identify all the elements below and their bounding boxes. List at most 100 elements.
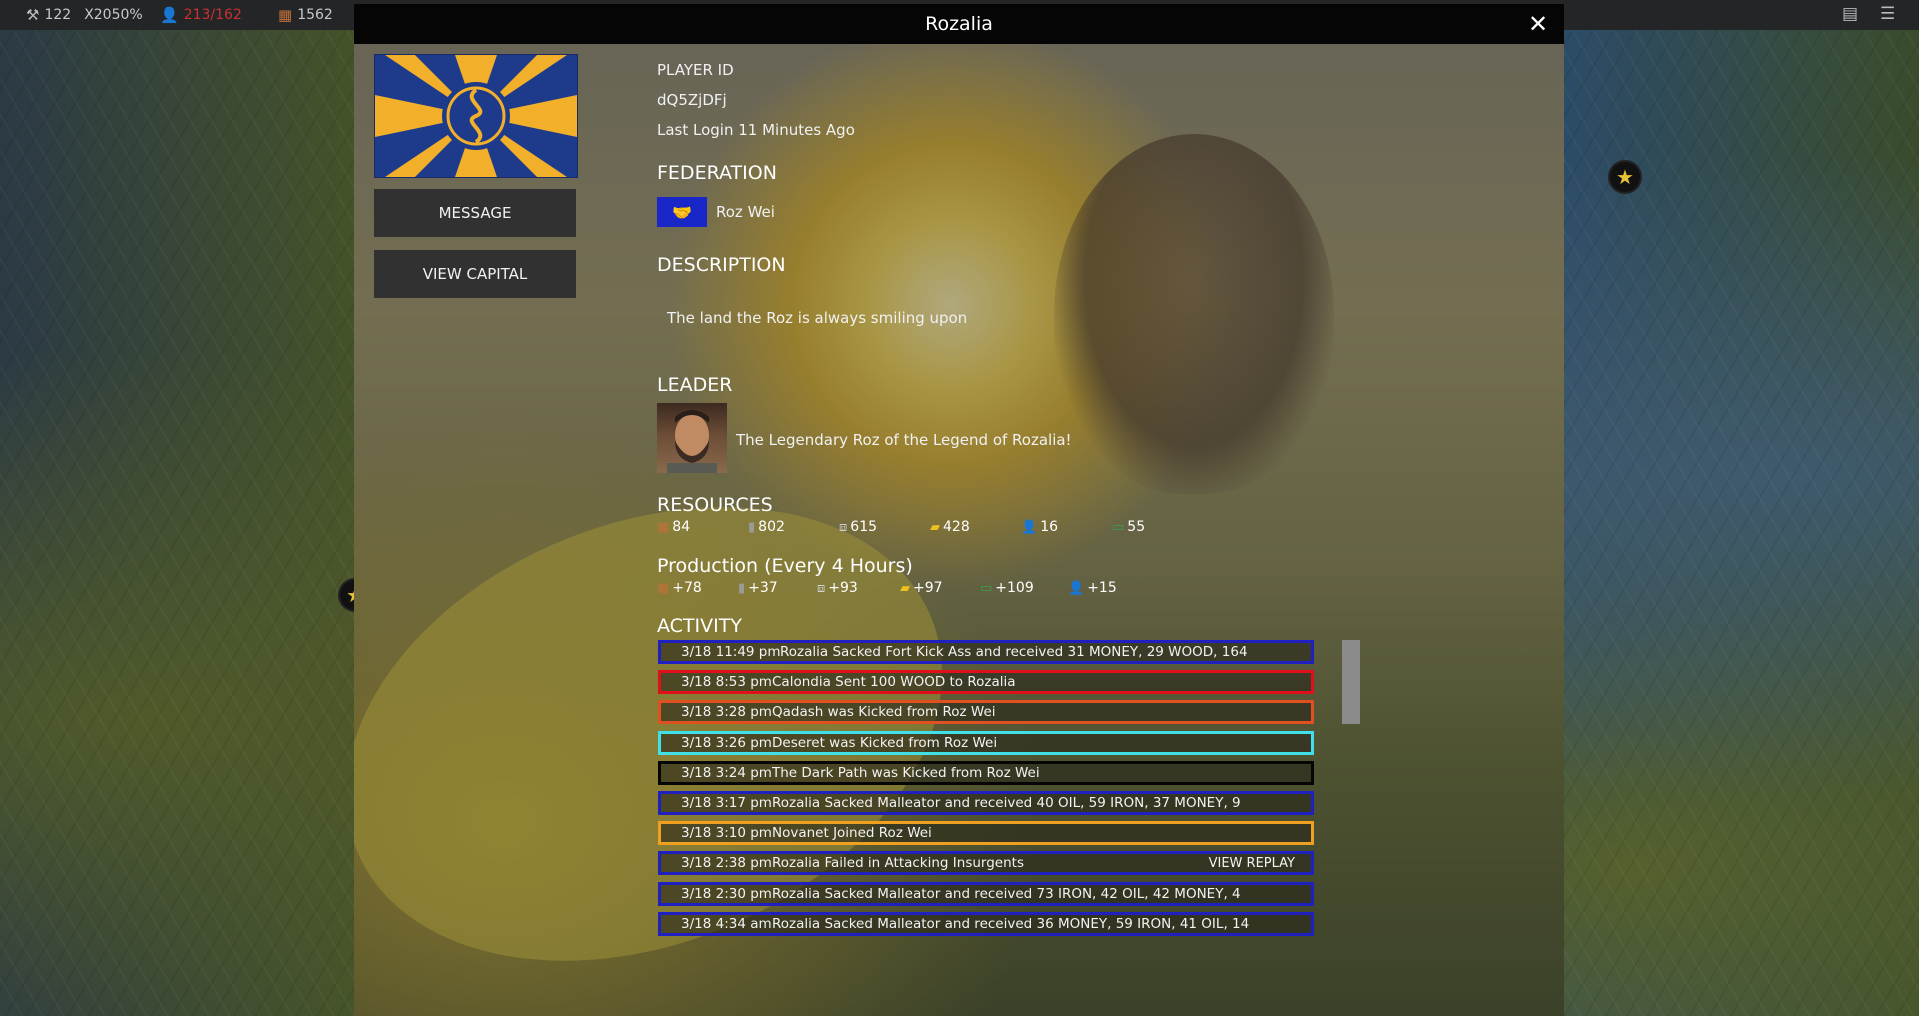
production-iron: ⧈ +93 [817, 580, 900, 596]
activity-text: Qadash was Kicked from Roz Wei [772, 704, 996, 721]
multiplier-value: X2050% [84, 7, 143, 23]
activity-row: 3/18 3:17 pm Rozalia Sacked Malleator an… [658, 790, 1314, 815]
person-icon: 👤 [1021, 519, 1038, 535]
production-population: 👤 +15 [1068, 580, 1148, 596]
resource-population-value: 16 [1040, 519, 1059, 535]
population-stat: 👤 213/162 [160, 0, 242, 30]
production-oil: ▮ +37 [738, 580, 817, 596]
wood-stat: ▦ 1562 [278, 0, 333, 30]
resource-money: ▭ 55 [1112, 519, 1203, 535]
leader-heading: LEADER [657, 374, 733, 396]
production-wood-value: +78 [672, 580, 702, 596]
resource-wood: ▦ 84 [657, 519, 748, 535]
hammer-stat: ⚒ 122 X2050% [26, 0, 143, 30]
last-login-text: Last Login 11 Minutes Ago [657, 121, 855, 139]
production-row: ▦ +78 ▮ +37 ⧈ +93 ▰ +97 ▭ +109 👤 +15 [657, 580, 1148, 596]
activity-text: Rozalia Sacked Malleator and received 40… [772, 794, 1241, 811]
activity-date: 3/18 3:10 pm [681, 825, 772, 842]
resource-wood-value: 84 [672, 519, 691, 535]
activity-row: 3/18 2:38 pm Rozalia Failed in Attacking… [658, 851, 1314, 876]
view-replay-button[interactable]: VIEW REPLAY [1209, 856, 1295, 871]
activity-list[interactable]: 3/18 11:49 pm Rozalia Sacked Fort Kick A… [658, 640, 1314, 942]
activity-row: 3/18 4:34 am Rozalia Sacked Malleator an… [658, 911, 1314, 936]
production-gold-value: +97 [913, 580, 943, 596]
player-id-label: PLAYER ID [657, 61, 734, 79]
close-icon[interactable]: ✕ [1524, 10, 1552, 38]
activity-date: 3/18 3:24 pm [681, 764, 772, 781]
resources-heading: RESOURCES [657, 494, 773, 516]
activity-text: Rozalia Sacked Fort Kick Ass and receive… [780, 644, 1248, 660]
description-text: The land the Roz is always smiling upon [667, 309, 968, 327]
iron-ingot-icon: ⧈ [817, 580, 826, 596]
activity-date: 3/18 2:38 pm [681, 855, 772, 872]
activity-row: 3/18 3:24 pm The Dark Path was Kicked fr… [658, 760, 1314, 785]
production-oil-value: +37 [748, 580, 778, 596]
modal-header: Rozalia ✕ [354, 4, 1564, 44]
resources-row: ▦ 84 ▮ 802 ⧈ 615 ▰ 428 👤 16 ▭ 55 [657, 519, 1203, 535]
resource-gold: ▰ 428 [930, 519, 1021, 535]
resource-population: 👤 16 [1021, 519, 1112, 535]
oil-barrel-icon: ▮ [738, 580, 746, 596]
resource-oil-value: 802 [758, 519, 785, 535]
activity-row: 3/18 8:53 pm Calondia Sent 100 WOOD to R… [658, 670, 1314, 695]
message-button[interactable]: MESSAGE [374, 189, 576, 237]
view-capital-button[interactable]: VIEW CAPITAL [374, 250, 576, 298]
activity-text: Rozalia Failed in Attacking Insurgents [772, 855, 1024, 872]
activity-text: Rozalia Sacked Malleator and received 73… [772, 885, 1241, 902]
activity-date: 3/18 2:30 pm [681, 885, 772, 902]
money-bill-icon: ▭ [980, 580, 993, 596]
activity-date: 3/18 3:26 pm [681, 734, 772, 751]
activity-date: 3/18 3:17 pm [681, 794, 772, 811]
activity-date: 3/18 11:49 pm [681, 644, 781, 660]
federation-heading: FEDERATION [657, 162, 777, 184]
oil-barrel-icon: ▮ [748, 519, 756, 535]
iron-ingot-icon: ⧈ [839, 519, 848, 535]
resource-iron-value: 615 [850, 519, 878, 535]
activity-date: 3/18 4:34 am [681, 915, 772, 932]
production-wood: ▦ +78 [657, 580, 738, 596]
activity-text: Rozalia Sacked Malleator and received 36… [772, 915, 1250, 932]
person-icon: 👤 [1068, 580, 1085, 596]
wood-value: 1562 [297, 7, 333, 23]
leader-portrait [657, 403, 727, 473]
profile-content: MESSAGE VIEW CAPITAL PLAYER ID dQ5ZjDFj … [354, 4, 1564, 1016]
gold-bar-icon: ▰ [930, 519, 940, 535]
resource-gold-value: 428 [943, 519, 970, 535]
activity-heading: ACTIVITY [657, 615, 742, 637]
leader-portrait-graphic [667, 410, 717, 473]
activity-text: Deseret was Kicked from Roz Wei [772, 734, 998, 751]
hammer-value: 122 [44, 7, 72, 23]
city-star-icon[interactable]: ★ [1608, 160, 1642, 194]
production-money: ▭ +109 [980, 580, 1068, 596]
activity-text: The Dark Path was Kicked from Roz Wei [772, 764, 1040, 781]
activity-text: Novanet Joined Roz Wei [772, 825, 932, 842]
person-icon: 👤 [160, 6, 179, 24]
hamburger-menu-icon[interactable]: ☰ [1880, 4, 1895, 24]
activity-scrollbar[interactable] [1342, 640, 1360, 724]
production-population-value: +15 [1087, 580, 1117, 596]
player-id-value: dQ5ZjDFj [657, 91, 727, 109]
activity-date: 3/18 3:28 pm [681, 704, 772, 721]
resource-money-value: 55 [1127, 519, 1146, 535]
production-heading: Production (Every 4 Hours) [657, 555, 913, 577]
activity-row: 3/18 3:10 pm Novanet Joined Roz Wei [658, 821, 1314, 846]
activity-row: 3/18 3:26 pm Deseret was Kicked from Roz… [658, 730, 1314, 755]
activity-row: 3/18 11:49 pm Rozalia Sacked Fort Kick A… [658, 640, 1314, 664]
wood-logs-icon: ▦ [657, 580, 670, 596]
hammer-icon: ⚒ [26, 6, 40, 24]
production-iron-value: +93 [828, 580, 858, 596]
activity-row: 3/18 3:28 pm Qadash was Kicked from Roz … [658, 700, 1314, 725]
activity-row: 3/18 2:30 pm Rozalia Sacked Malleator an… [658, 881, 1314, 906]
gold-bar-icon: ▰ [900, 580, 910, 596]
handshake-icon[interactable]: 🤝 [657, 197, 707, 227]
document-icon[interactable]: ▤ [1842, 4, 1858, 24]
nation-flag [374, 54, 578, 178]
leader-title: The Legendary Roz of the Legend of Rozal… [736, 431, 1072, 449]
federation-name-link[interactable]: Roz Wei [716, 203, 775, 221]
population-value: 213/162 [183, 7, 242, 23]
resource-iron: ⧈ 615 [839, 519, 930, 535]
modal-title: Rozalia [925, 13, 993, 35]
flag-graphic [375, 55, 577, 177]
wood-logs-icon: ▦ [278, 6, 293, 24]
player-profile-modal: Rozalia ✕ MESSAGE VIEW CAPITAL PLAYER ID… [354, 4, 1564, 1016]
